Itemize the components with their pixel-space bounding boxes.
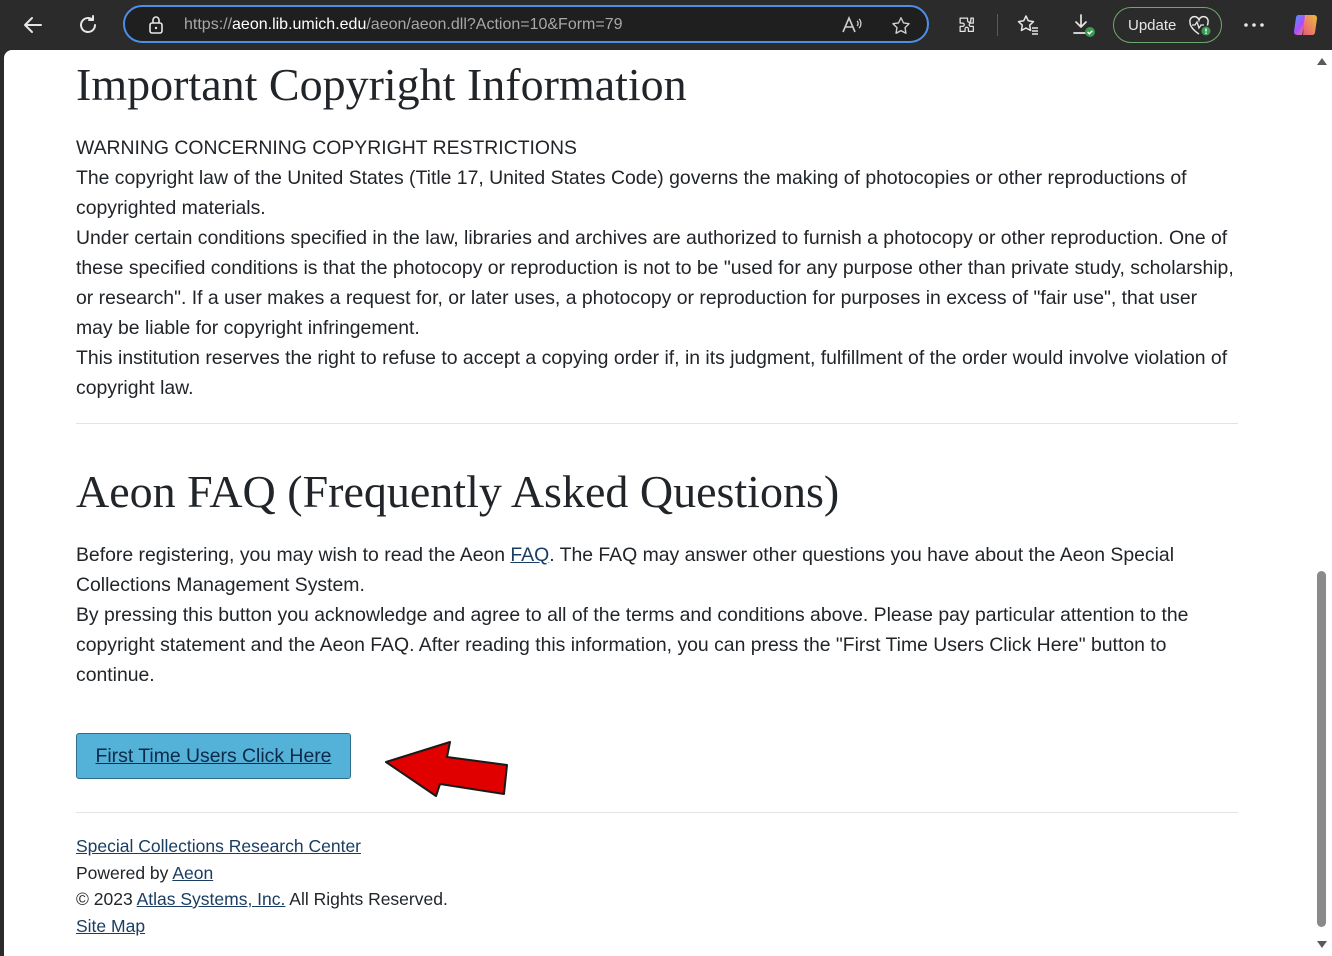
- rights-text: All Rights Reserved.: [285, 889, 448, 909]
- faq-text-before: Before registering, you may wish to read…: [76, 544, 511, 566]
- more-button[interactable]: [1238, 9, 1270, 41]
- faq-paragraph-1: Before registering, you may wish to read…: [76, 540, 1238, 600]
- favorite-star-icon[interactable]: [890, 15, 912, 37]
- back-button[interactable]: [17, 9, 49, 41]
- divider: [76, 812, 1238, 813]
- refresh-button[interactable]: [72, 9, 104, 41]
- scrollbar-thumb[interactable]: [1317, 571, 1326, 927]
- favorites-button[interactable]: [1012, 9, 1044, 41]
- footer-line-1: Special Collections Research Center: [76, 833, 448, 860]
- page-viewport: Important Copyright Information WARNING …: [4, 50, 1312, 956]
- faq-paragraph-2: By pressing this button you acknowledge …: [76, 604, 1189, 686]
- copyright-warning: WARNING CONCERNING COPYRIGHT RESTRICTION…: [76, 137, 577, 159]
- url-scheme: https://: [184, 16, 233, 33]
- copyright-section: WARNING CONCERNING COPYRIGHT RESTRICTION…: [76, 133, 1238, 403]
- copyright-heading: Important Copyright Information: [76, 59, 687, 110]
- url-path: /aeon/aeon.dll?Action=10&Form=79: [366, 16, 623, 33]
- copyright-prefix: © 2023: [76, 889, 137, 909]
- site-map-link[interactable]: Site Map: [76, 916, 145, 936]
- footer: Special Collections Research Center Powe…: [76, 833, 448, 939]
- footer-line-2: Powered by Aeon: [76, 860, 448, 887]
- research-center-link[interactable]: Special Collections Research Center: [76, 836, 361, 856]
- copyright-paragraph-1: The copyright law of the United States (…: [76, 167, 1187, 219]
- favorites-icon: [1017, 15, 1038, 35]
- lock-icon[interactable]: [147, 15, 165, 35]
- faq-heading: Aeon FAQ (Frequently Asked Questions): [76, 466, 840, 517]
- first-time-users-button[interactable]: First Time Users Click Here: [76, 733, 351, 779]
- atlas-systems-link[interactable]: Atlas Systems, Inc.: [137, 889, 286, 909]
- downloads-button[interactable]: [1067, 9, 1099, 41]
- toolbar-separator: [997, 14, 998, 36]
- powered-by-text: Powered by: [76, 862, 173, 883]
- copilot-button[interactable]: [1290, 9, 1322, 41]
- scroll-up-icon[interactable]: [1316, 56, 1328, 66]
- more-icon: [1244, 23, 1264, 27]
- copyright-paragraph-2: Under certain conditions specified in th…: [76, 227, 1234, 339]
- downloads-icon: [1073, 14, 1095, 37]
- footer-line-4: Site Map: [76, 913, 448, 940]
- extensions-icon: [959, 17, 974, 32]
- url-text[interactable]: https://aeon.lib.umich.edu/aeon/aeon.dll…: [184, 16, 623, 34]
- read-aloud-icon[interactable]: [841, 15, 863, 35]
- refresh-icon: [80, 15, 96, 33]
- footer-line-3: © 2023 Atlas Systems, Inc. All Rights Re…: [76, 886, 448, 913]
- copyright-paragraph-3: This institution reserves the right to r…: [76, 347, 1228, 399]
- scroll-down-icon[interactable]: [1316, 940, 1328, 950]
- update-label: Update: [1128, 16, 1177, 34]
- page-scrollbar[interactable]: [1312, 50, 1332, 956]
- divider: [76, 423, 1238, 424]
- faq-link[interactable]: FAQ: [510, 544, 549, 566]
- copilot-icon: [1293, 14, 1318, 36]
- back-icon: [24, 17, 42, 33]
- update-button[interactable]: Update: [1113, 7, 1222, 43]
- red-arrow-annotation: [385, 741, 508, 797]
- extensions-button[interactable]: [951, 9, 983, 41]
- browser-toolbar: https://aeon.lib.umich.edu/aeon/aeon.dll…: [0, 0, 1332, 50]
- aeon-link[interactable]: Aeon: [172, 863, 213, 883]
- heart-icon: [1189, 15, 1211, 36]
- url-host: aeon.lib.umich.edu: [232, 16, 367, 33]
- faq-section: Before registering, you may wish to read…: [76, 540, 1238, 690]
- address-bar[interactable]: https://aeon.lib.umich.edu/aeon/aeon.dll…: [123, 5, 929, 43]
